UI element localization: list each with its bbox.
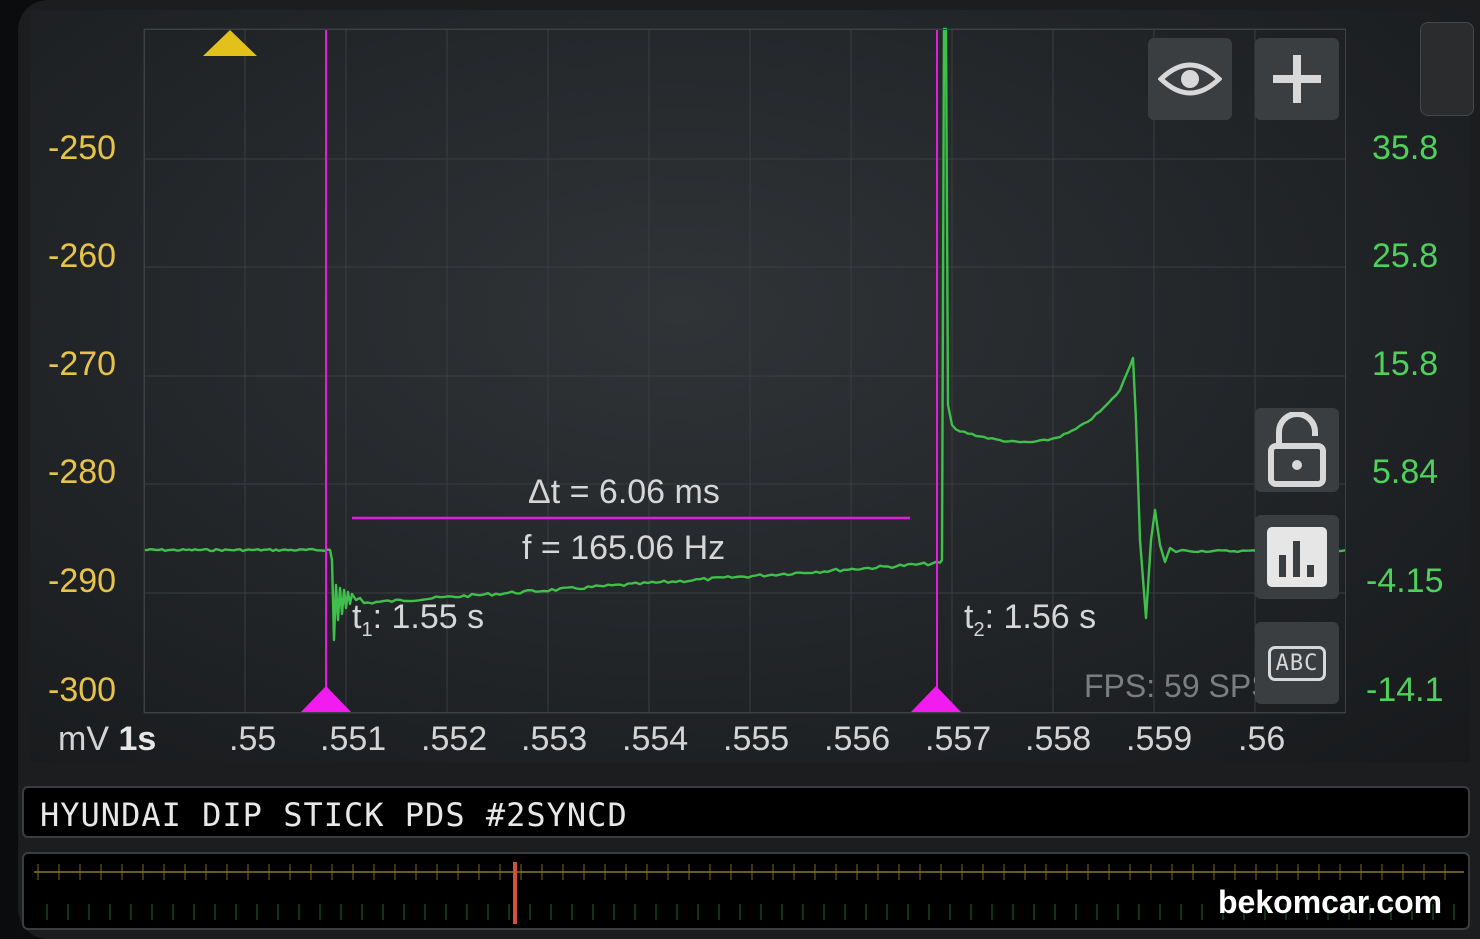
x-tick: .551 (320, 720, 387, 758)
y-left-tick: -270 (48, 345, 117, 383)
y-right-tick: 15.8 (1372, 345, 1439, 383)
y-right-tick: -4.15 (1366, 562, 1444, 600)
timebase-label[interactable]: 1s (118, 720, 156, 758)
bar-chart-icon (1267, 527, 1327, 587)
add-channel-button[interactable] (1255, 38, 1339, 120)
side-panel-handle[interactable] (1420, 22, 1474, 116)
x-tick: .557 (925, 720, 992, 758)
x-tick: .556 (824, 720, 891, 758)
x-tick: .552 (421, 720, 488, 758)
t2-subscript: 2 (973, 618, 985, 641)
y-right-tick: 35.8 (1372, 129, 1439, 167)
t2-value: : 1.56 s (984, 598, 1097, 636)
x-tick: .553 (521, 720, 588, 758)
x-tick: .559 (1126, 720, 1193, 758)
eye-icon (1158, 62, 1222, 96)
y-right-tick: -14.1 (1366, 671, 1444, 709)
unit-label: mV (58, 720, 109, 758)
x-tick: .56 (1238, 720, 1286, 758)
y-left-tick: -260 (48, 237, 117, 275)
y-right-tick: 25.8 (1372, 237, 1439, 275)
t1-subscript: 1 (361, 618, 373, 641)
x-tick: .558 (1025, 720, 1092, 758)
x-tick: .554 (622, 720, 689, 758)
stats-button[interactable] (1255, 515, 1339, 599)
channel-name: HYUNDAI DIP STICK PDS #2SYNCD (40, 796, 628, 834)
delta-t-readout: Δt = 6.06 ms (528, 473, 720, 511)
watermark: bekomcar.com (1218, 884, 1443, 920)
channel-name-bar[interactable]: HYUNDAI DIP STICK PDS #2SYNCD (22, 786, 1470, 838)
frequency-readout: f = 165.06 Hz (522, 529, 726, 567)
plot-border (144, 29, 1346, 713)
x-tick: .555 (723, 720, 790, 758)
t1-value: : 1.55 s (372, 598, 485, 636)
y-left-tick: -300 (48, 671, 117, 709)
overview-position-marker (513, 862, 517, 924)
y-left-tick: -280 (48, 453, 117, 491)
y-left-tick: -290 (48, 562, 117, 600)
cursor-2-time: t2: 1.56 s (964, 598, 1096, 642)
labels-button[interactable]: ABC (1255, 622, 1339, 704)
cursor-1-time: t1: 1.55 s (352, 598, 484, 642)
unlock-icon (1268, 412, 1326, 487)
plus-icon (1273, 55, 1321, 103)
abc-label: ABC (1275, 650, 1319, 676)
y-unit-label: mV 1s (58, 720, 156, 759)
visibility-button[interactable] (1148, 38, 1232, 120)
y-right-tick: 5.84 (1372, 453, 1439, 491)
abc-icon: ABC (1267, 645, 1327, 681)
y-left-tick: -250 (48, 129, 117, 167)
lock-button[interactable] (1255, 408, 1339, 492)
x-tick: .55 (229, 720, 277, 758)
